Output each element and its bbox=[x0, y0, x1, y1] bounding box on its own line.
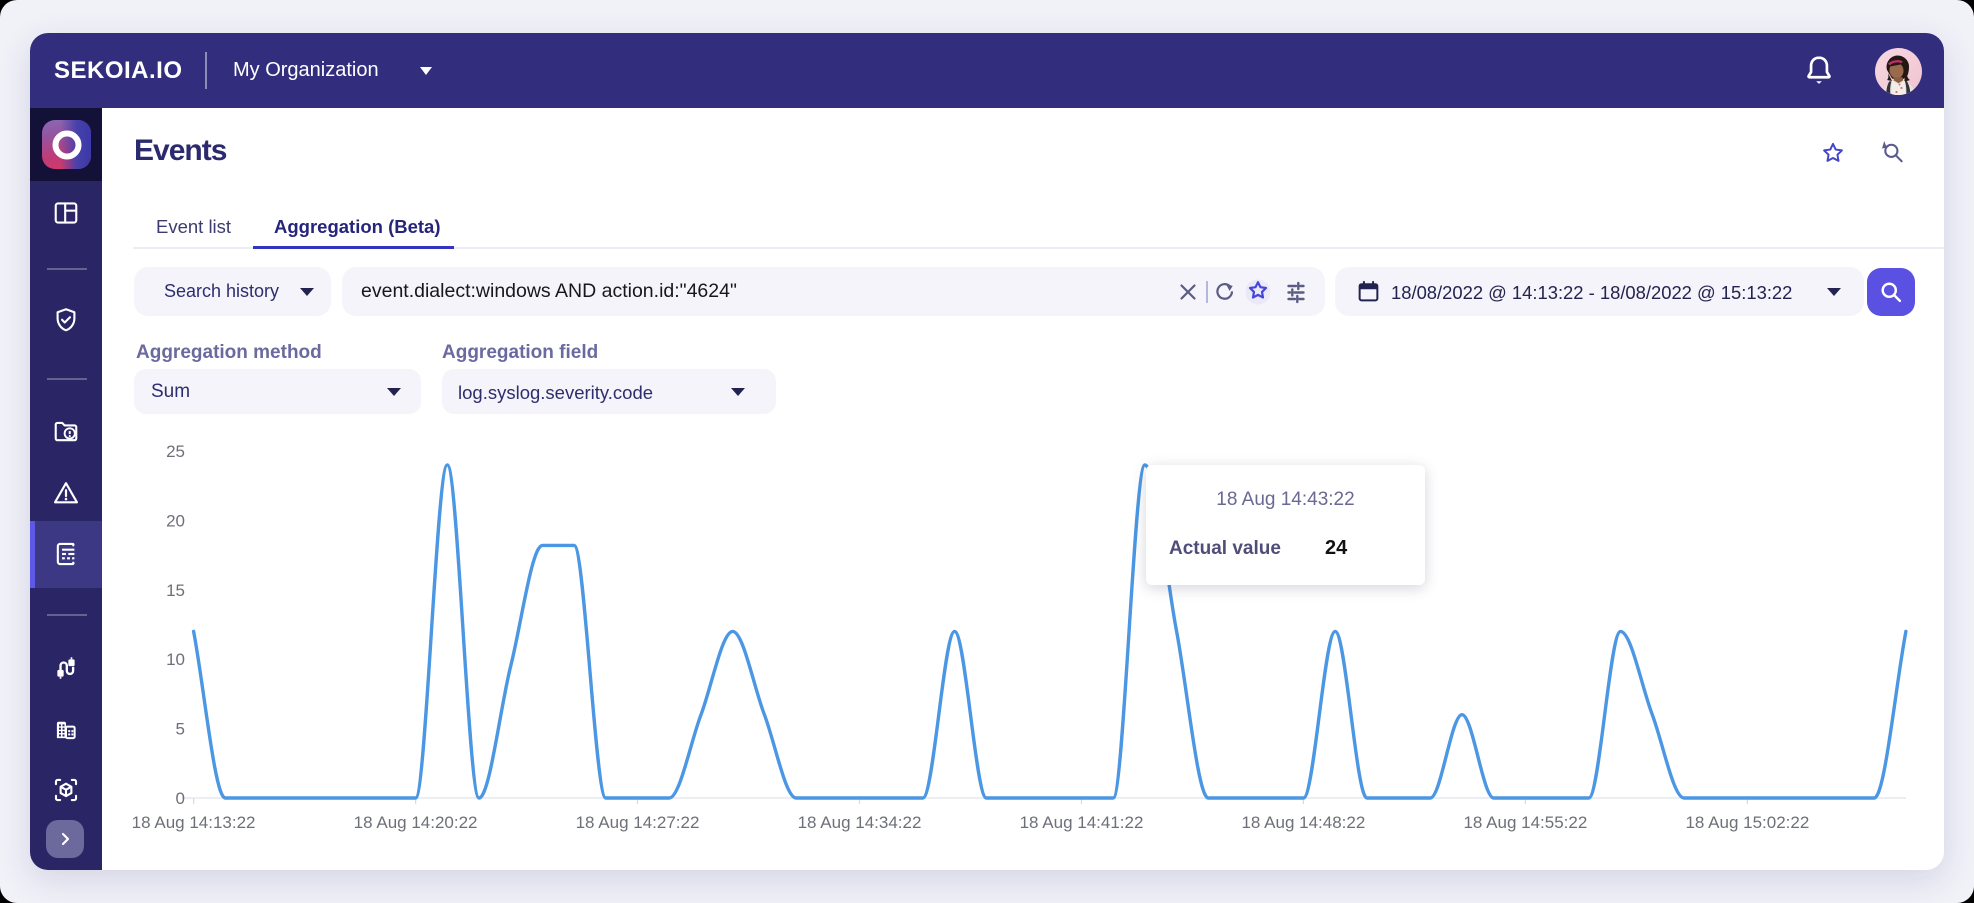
svg-text:18 Aug 14:48:22: 18 Aug 14:48:22 bbox=[1241, 813, 1365, 832]
svg-text:0: 0 bbox=[176, 789, 185, 808]
svg-text:10: 10 bbox=[166, 650, 185, 669]
svg-text:18 Aug 15:02:22: 18 Aug 15:02:22 bbox=[1685, 813, 1809, 832]
svg-text:18 Aug 14:20:22: 18 Aug 14:20:22 bbox=[354, 813, 478, 832]
svg-text:18 Aug 14:55:22: 18 Aug 14:55:22 bbox=[1463, 813, 1587, 832]
svg-text:18 Aug 14:13:22: 18 Aug 14:13:22 bbox=[132, 813, 256, 832]
svg-text:20: 20 bbox=[166, 511, 185, 530]
svg-text:25: 25 bbox=[166, 442, 185, 461]
svg-text:18 Aug 14:41:22: 18 Aug 14:41:22 bbox=[1020, 813, 1144, 832]
svg-text:18 Aug 14:34:22: 18 Aug 14:34:22 bbox=[798, 813, 922, 832]
svg-text:5: 5 bbox=[176, 720, 185, 739]
svg-text:15: 15 bbox=[166, 581, 185, 600]
svg-text:18 Aug 14:27:22: 18 Aug 14:27:22 bbox=[576, 813, 700, 832]
